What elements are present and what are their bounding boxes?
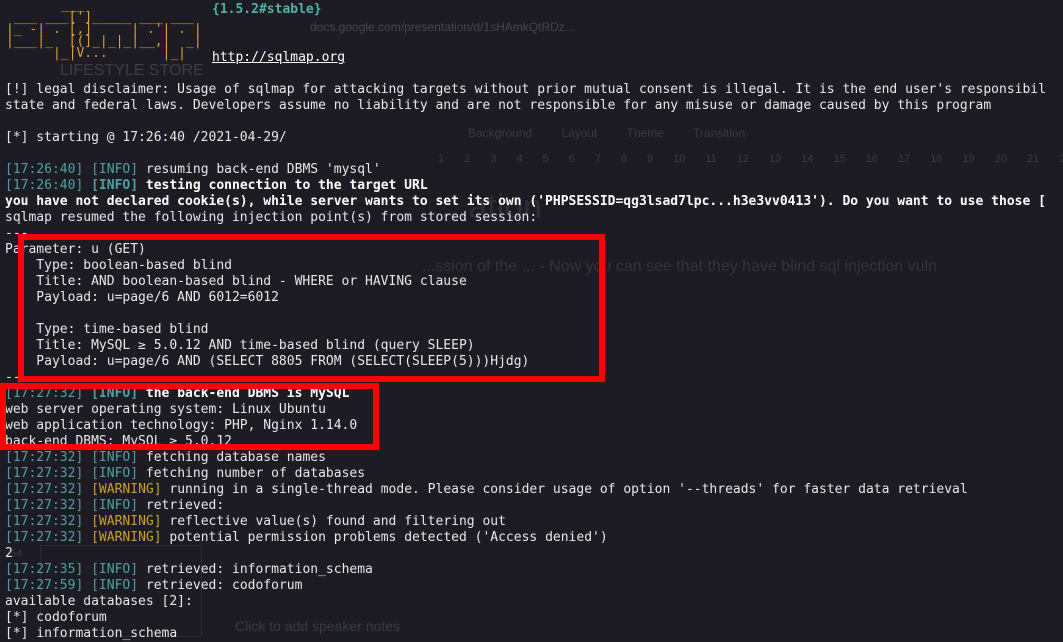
timestamp: [17:27:32] bbox=[5, 498, 84, 513]
warning-tag: [WARNING] bbox=[91, 530, 162, 545]
log-message: potential permission problems detected (… bbox=[161, 530, 608, 545]
ruler-tick-label: 15 bbox=[833, 153, 846, 165]
highlight-injection-box bbox=[18, 234, 605, 382]
info-tag: [INFO] bbox=[91, 162, 139, 177]
background-menu-item: Background bbox=[468, 126, 533, 140]
disclaimer-line: [!] legal disclaimer: Usage of sqlmap fo… bbox=[5, 82, 1046, 97]
info-tag: [INFO] bbox=[91, 178, 139, 193]
log-line: [17:27:59] [INFO] retrieved: codoforum bbox=[5, 578, 302, 594]
highlight-dbms-box bbox=[0, 383, 379, 450]
sqlmap-site-link[interactable]: http://sqlmap.org bbox=[212, 50, 345, 66]
database-item: [*] information_schema bbox=[5, 626, 178, 641]
ruler-tick-label: 1 bbox=[438, 153, 445, 165]
warning-tag: [WARNING] bbox=[91, 514, 162, 529]
info-tag: [INFO] bbox=[91, 466, 139, 481]
log-message: running in a single-thread mode. Please … bbox=[161, 482, 968, 497]
info-tag: [INFO] bbox=[91, 578, 139, 593]
ruler-tick-label: 19 bbox=[962, 153, 975, 165]
log-message: reflective value(s) found and filtering … bbox=[161, 514, 506, 529]
background-ruler: 12345678910111213141516171819202122 bbox=[438, 153, 1063, 165]
info-tag: [INFO] bbox=[91, 562, 139, 577]
log-message: fetching number of databases bbox=[138, 466, 366, 481]
timestamp: [17:26:40] bbox=[5, 162, 84, 177]
log-line: [17:26:40] [INFO] resuming back-end DBMS… bbox=[5, 162, 381, 178]
ruler-tick-label: 22 bbox=[1059, 153, 1063, 165]
log-line: [17:26:40] [INFO] testing connection to … bbox=[5, 178, 428, 194]
logo-line: |_|V... |_| bbox=[6, 46, 187, 61]
log-line: [17:27:32] [WARNING] reflective value(s)… bbox=[5, 514, 506, 530]
log-message: retrieved: codoforum bbox=[138, 578, 303, 593]
background-menu-item: Layout bbox=[561, 126, 598, 140]
background-menu-item: Transition bbox=[693, 126, 746, 140]
ruler-tick-label: 5 bbox=[542, 153, 549, 165]
log-line: [17:27:32] [INFO] retrieved: bbox=[5, 498, 224, 514]
ruler-tick-label: 14 bbox=[801, 153, 814, 165]
log-line: [17:27:32] [INFO] fetching number of dat… bbox=[5, 466, 365, 482]
ruler-tick-label: 16 bbox=[865, 153, 879, 165]
version-label: {1.5.2#stable} bbox=[212, 2, 322, 17]
ruler-tick-label: 13 bbox=[769, 153, 782, 165]
ruler-tick-label: 7 bbox=[594, 153, 601, 165]
ruler-tick-label: 10 bbox=[673, 153, 686, 165]
sqlmap-logo: ___ ___ ___[']_____ ___ ___ |_ -| . [,] … bbox=[6, 0, 206, 66]
timestamp: [17:27:35] bbox=[5, 562, 84, 577]
log-line: [17:27:32] [WARNING] running in a single… bbox=[5, 482, 968, 498]
log-message: fetching database names bbox=[138, 450, 326, 465]
log-message: resuming back-end DBMS 'mysql' bbox=[138, 162, 381, 177]
timestamp: [17:27:32] bbox=[5, 514, 84, 529]
ruler-tick-label: 6 bbox=[568, 153, 575, 165]
background-url: docs.google.com/presentation/d/1sHAmkQtR… bbox=[310, 20, 575, 34]
timestamp: [17:27:32] bbox=[5, 482, 84, 497]
starting-line: [*] starting @ 17:26:40 /2021-04-29/ bbox=[5, 130, 287, 145]
ruler-tick-label: 2 bbox=[464, 153, 471, 165]
log-line: [17:27:32] [INFO] fetching database name… bbox=[5, 450, 326, 466]
log-message: testing connection to the target URL bbox=[138, 178, 428, 193]
cookie-prompt: you have not declared cookie(s), while s… bbox=[5, 194, 1046, 209]
log-line: [17:27:35] [INFO] retrieved: information… bbox=[5, 562, 373, 578]
log-line: [17:27:32] [WARNING] potential permissio… bbox=[5, 530, 608, 546]
ruler-tick-label: 21 bbox=[1027, 153, 1040, 165]
timestamp: [17:27:32] bbox=[5, 530, 84, 545]
timestamp: [17:27:32] bbox=[5, 466, 84, 481]
ruler-tick-label: 12 bbox=[736, 153, 750, 165]
ruler-tick-label: 18 bbox=[930, 153, 943, 165]
background-menu-item: Theme bbox=[626, 126, 664, 140]
background-speaker-notes: Click to add speaker notes bbox=[235, 618, 400, 634]
info-tag: [INFO] bbox=[91, 450, 139, 465]
ruler-tick-label: 3 bbox=[490, 153, 497, 165]
ruler-tick-label: 11 bbox=[705, 153, 717, 165]
ruler-tick-label: 20 bbox=[994, 153, 1008, 165]
disclaimer-line: state and federal laws. Developers assum… bbox=[5, 98, 992, 113]
log-message: retrieved: information_schema bbox=[138, 562, 373, 577]
log-message: retrieved: bbox=[138, 498, 225, 513]
ruler-tick-label: 4 bbox=[516, 153, 523, 165]
warning-tag: [WARNING] bbox=[91, 482, 162, 497]
ruler-tick-label: 9 bbox=[647, 153, 654, 165]
database-item: [*] codoforum bbox=[5, 610, 107, 625]
count-line: 2 bbox=[5, 546, 13, 561]
available-databases: available databases [2]: bbox=[5, 594, 193, 609]
timestamp: [17:27:59] bbox=[5, 578, 84, 593]
background-menu: Background Layout Theme Transition bbox=[468, 126, 771, 140]
ruler-tick-label: 8 bbox=[620, 153, 627, 165]
info-tag: [INFO] bbox=[91, 498, 139, 513]
ruler-tick-label: 17 bbox=[898, 153, 911, 165]
resumed-line: sqlmap resumed the following injection p… bbox=[5, 210, 538, 225]
timestamp: [17:26:40] bbox=[5, 178, 84, 193]
timestamp: [17:27:32] bbox=[5, 450, 84, 465]
